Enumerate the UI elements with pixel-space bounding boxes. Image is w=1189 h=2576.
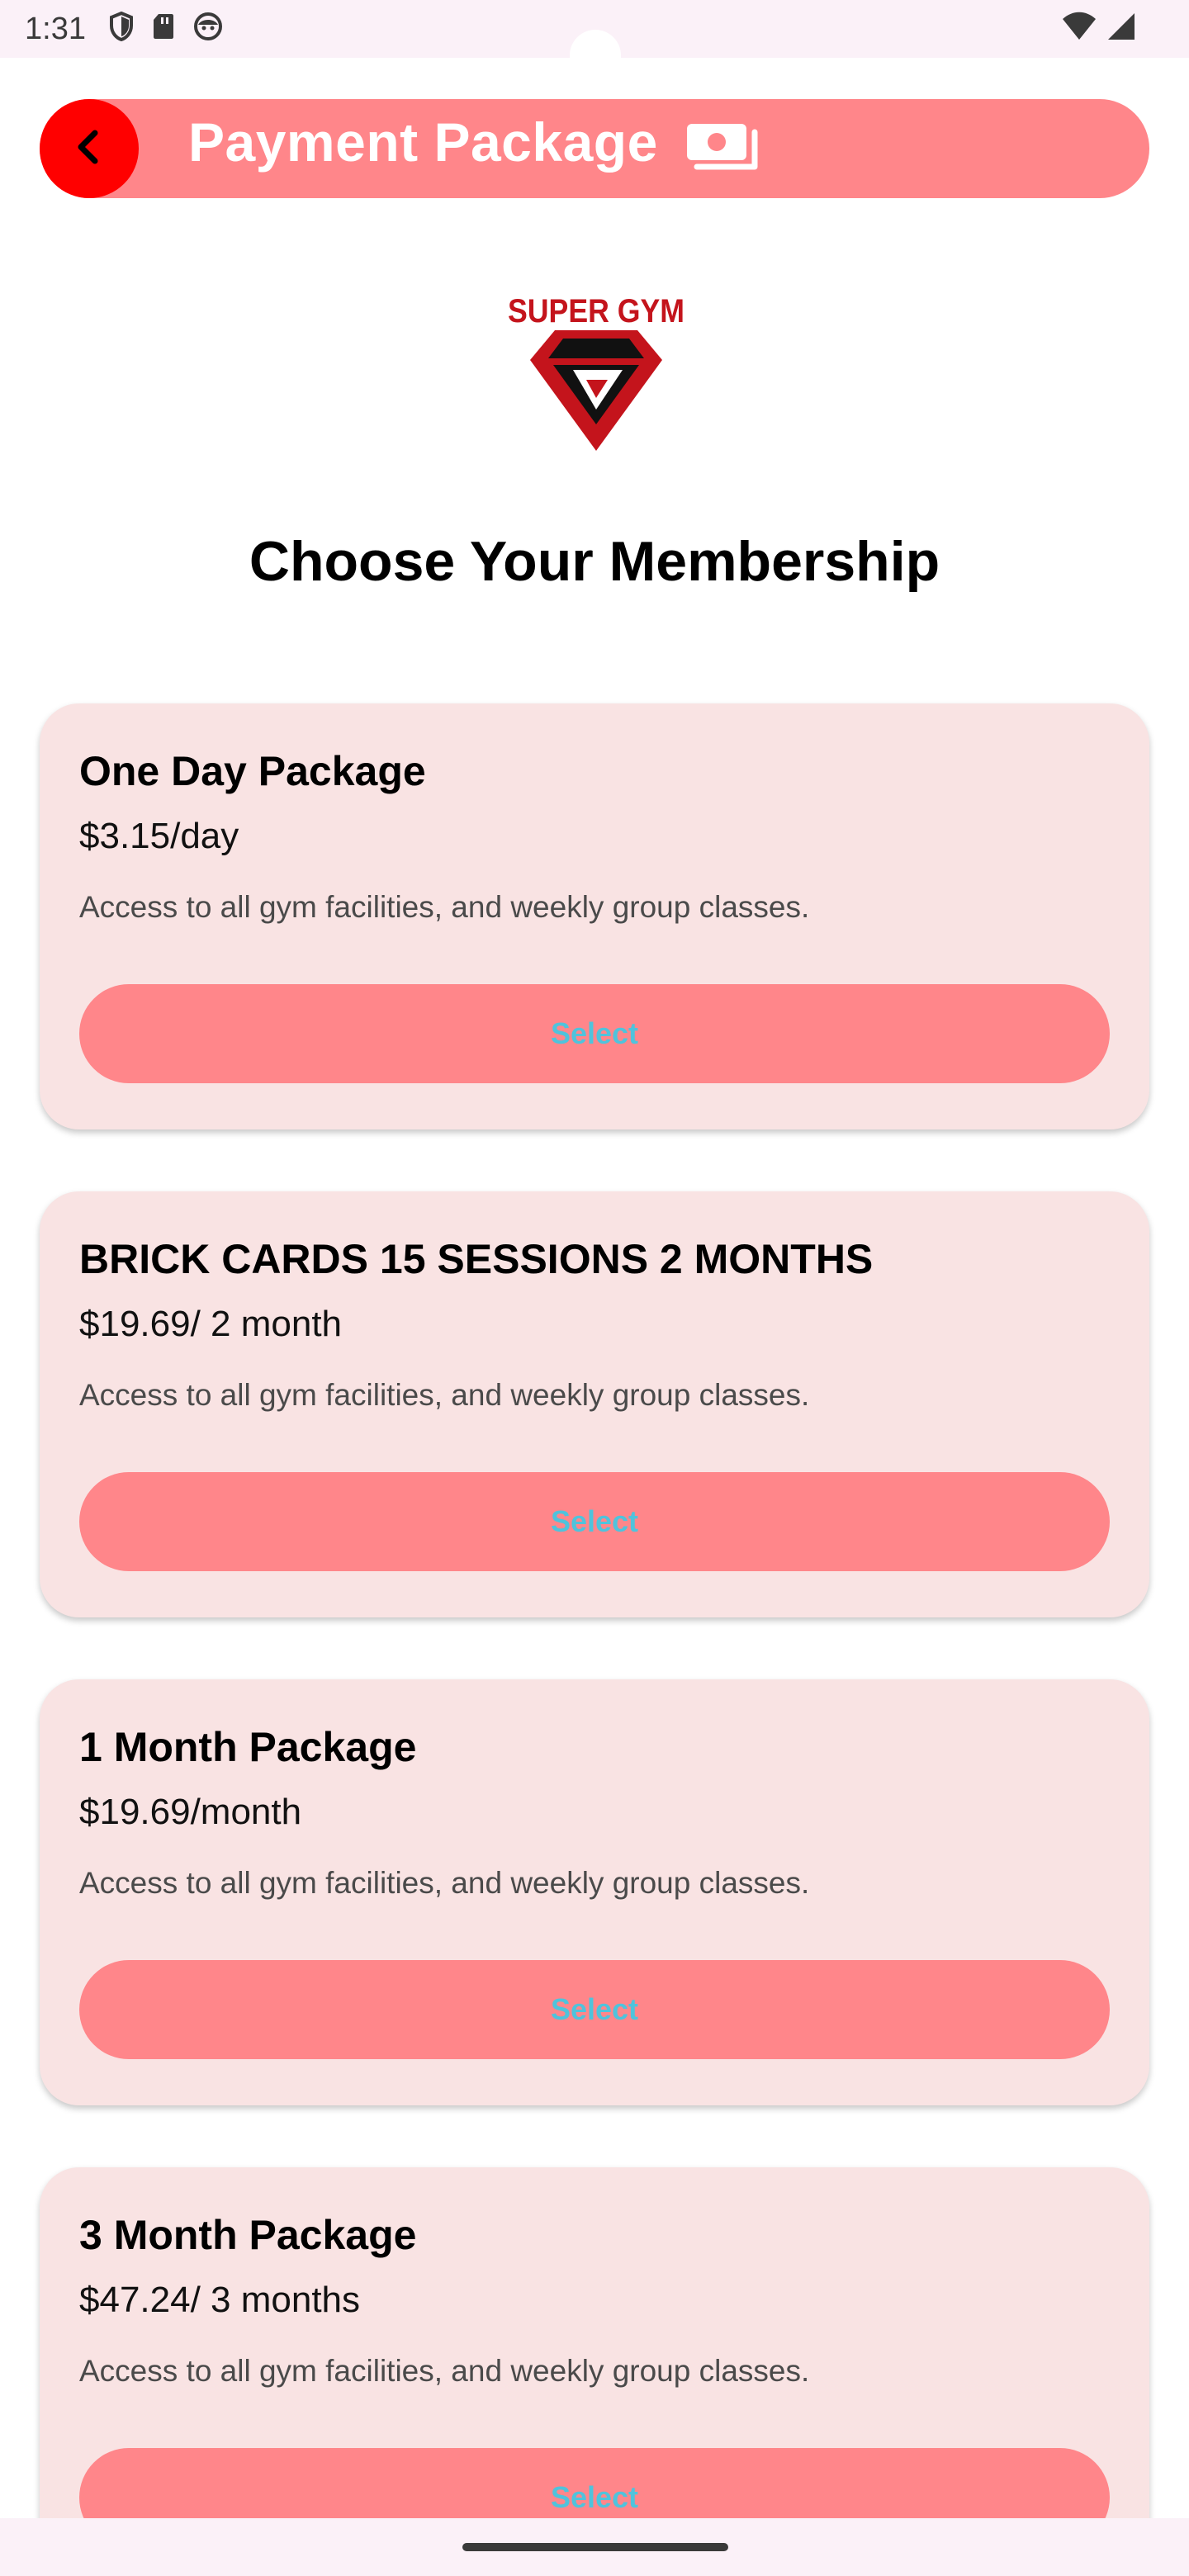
package-card-one-day: One Day Package $3.15/day Access to all … bbox=[40, 703, 1149, 1129]
select-button-1-month[interactable]: Select bbox=[79, 1960, 1110, 2059]
home-indicator[interactable] bbox=[462, 2543, 728, 2551]
status-bar: 1:31 bbox=[0, 0, 1189, 63]
page-header-title: Payment Package bbox=[188, 111, 658, 173]
select-button-3-month[interactable]: Select bbox=[79, 2448, 1110, 2518]
header-bar: Payment Package bbox=[40, 99, 1149, 198]
status-time: 1:31 bbox=[25, 12, 86, 46]
package-description: Access to all gym facilities, and weekly… bbox=[79, 1866, 810, 1900]
select-button-brick-cards[interactable]: Select bbox=[79, 1472, 1110, 1571]
package-card-brick-cards: BRICK CARDS 15 SESSIONS 2 MONTHS $19.69/… bbox=[40, 1191, 1149, 1617]
sd-card-icon bbox=[152, 12, 175, 45]
super-gym-logo: SUPER GYM bbox=[504, 289, 689, 462]
package-title: BRICK CARDS 15 SESSIONS 2 MONTHS bbox=[79, 1236, 874, 1282]
shield-icon bbox=[109, 11, 134, 45]
logo-text: SUPER GYM bbox=[508, 293, 685, 329]
cellular-signal-icon bbox=[1106, 12, 1136, 45]
wifi-icon bbox=[1062, 12, 1097, 45]
package-price: $19.69/ 2 month bbox=[79, 1304, 343, 1344]
select-button-one-day[interactable]: Select bbox=[79, 984, 1110, 1083]
payment-icon bbox=[685, 122, 761, 178]
face-icon bbox=[193, 12, 223, 45]
status-icons-right bbox=[1062, 12, 1136, 45]
package-price: $19.69/month bbox=[79, 1792, 302, 1832]
package-description: Access to all gym facilities, and weekly… bbox=[79, 890, 810, 924]
package-price: $3.15/day bbox=[79, 816, 239, 856]
package-card-1-month: 1 Month Package $19.69/month Access to a… bbox=[40, 1679, 1149, 2105]
package-price: $47.24/ 3 months bbox=[79, 2280, 361, 2320]
page-title: Choose Your Membership bbox=[249, 530, 940, 593]
package-card-3-month: 3 Month Package $47.24/ 3 months Access … bbox=[40, 2167, 1149, 2518]
main-content[interactable]: Payment Package SUPER GYM Choose Your Me… bbox=[0, 58, 1189, 2518]
status-icons-left bbox=[109, 11, 223, 45]
navigation-bar bbox=[0, 2518, 1189, 2576]
back-button[interactable] bbox=[40, 99, 139, 198]
chevron-left-icon bbox=[69, 126, 110, 172]
package-description: Access to all gym facilities, and weekly… bbox=[79, 2354, 810, 2388]
package-title: 1 Month Package bbox=[79, 1724, 417, 1770]
package-description: Access to all gym facilities, and weekly… bbox=[79, 1378, 810, 1412]
package-title: 3 Month Package bbox=[79, 2212, 417, 2258]
package-title: One Day Package bbox=[79, 748, 426, 794]
